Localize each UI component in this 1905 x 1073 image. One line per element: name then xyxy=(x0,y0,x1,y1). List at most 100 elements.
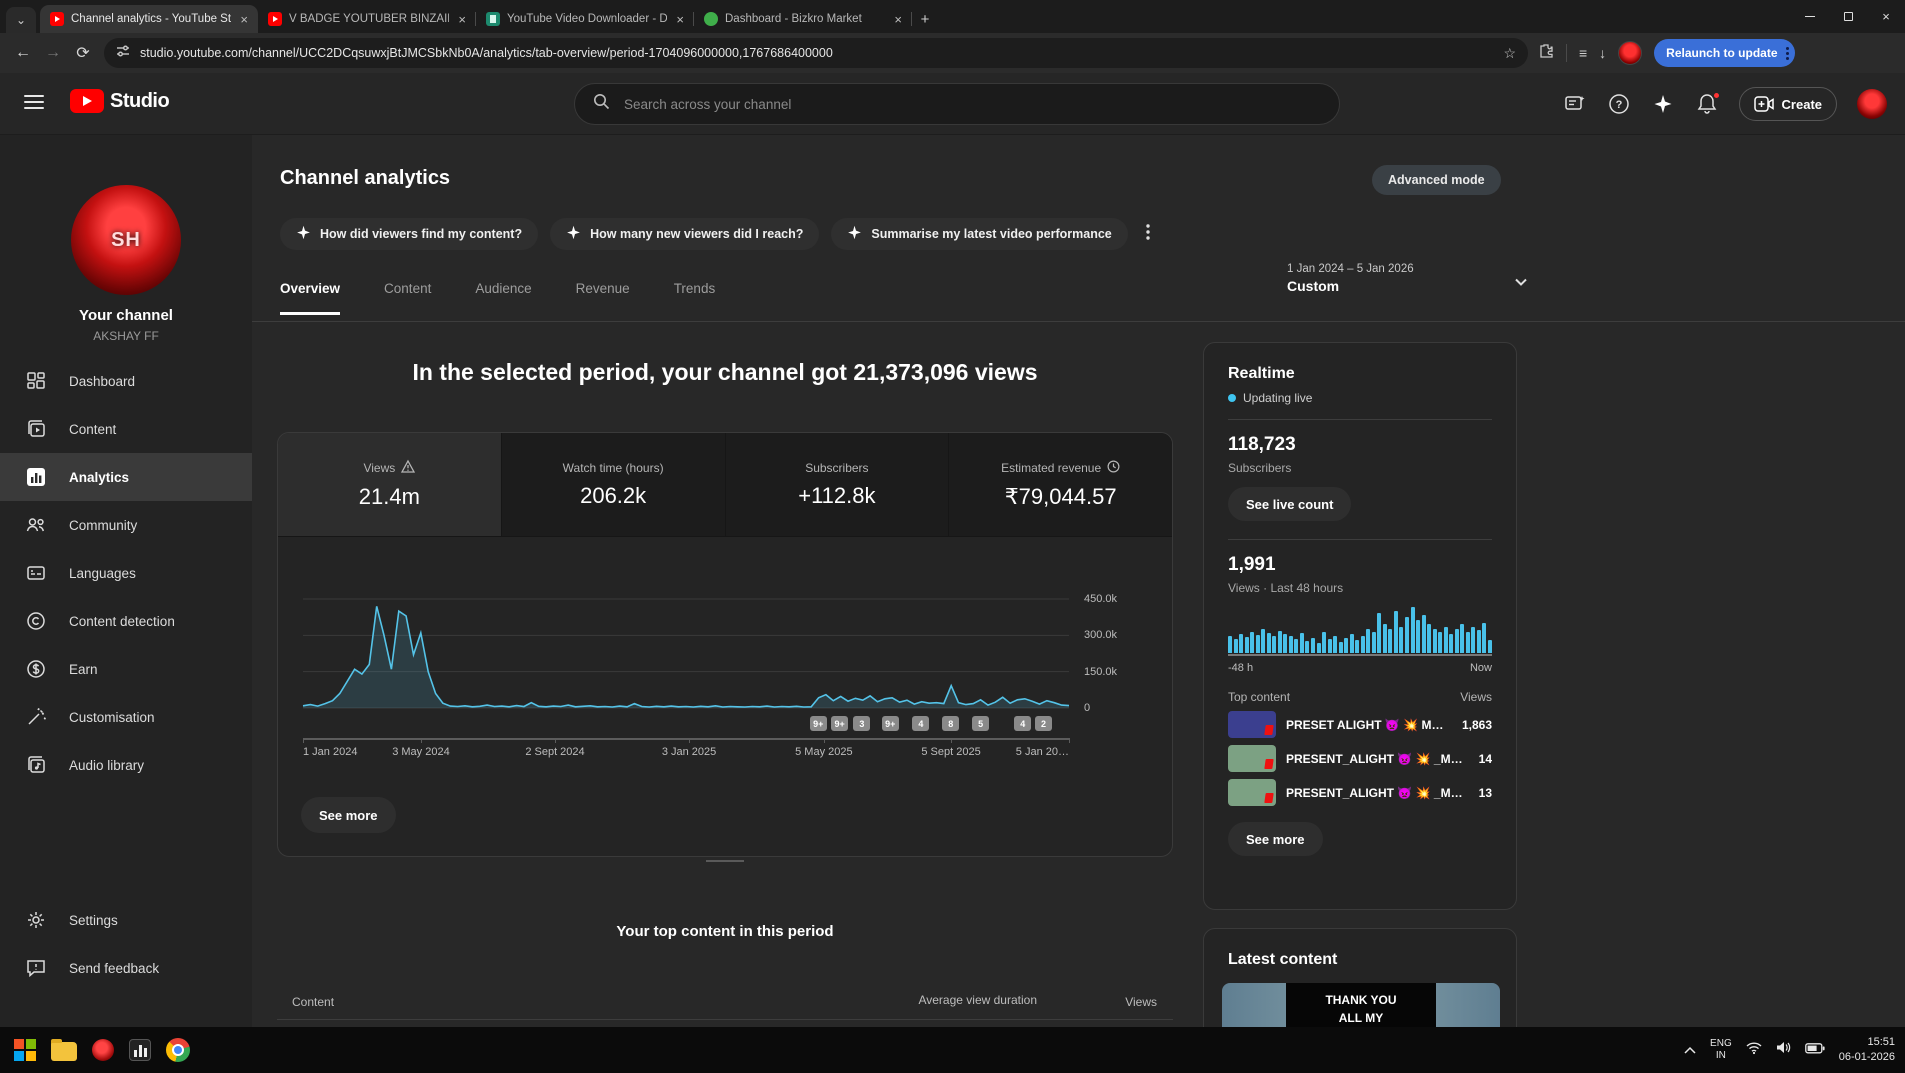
y-axis-label: 450.0k xyxy=(1084,593,1117,605)
chart-marker-badge[interactable]: 9+ xyxy=(882,716,899,731)
metric-card-watch-time-hours-[interactable]: Watch time (hours)206.2k xyxy=(502,433,726,536)
chart-marker-badge[interactable]: 9+ xyxy=(831,716,848,731)
minimize-button[interactable] xyxy=(1791,0,1829,33)
column-content[interactable]: Content xyxy=(292,995,334,1009)
chart-marker-badge[interactable]: 2 xyxy=(1035,716,1052,731)
volume-icon[interactable] xyxy=(1776,1041,1791,1059)
channel-search-bar[interactable]: Search across your channel xyxy=(574,83,1340,125)
address-bar[interactable]: studio.youtube.com/channel/UCC2DCqsuwxjB… xyxy=(104,38,1528,68)
relaunch-to-update-button[interactable]: Relaunch to update xyxy=(1654,39,1794,67)
notifications-bell-icon[interactable] xyxy=(1695,92,1719,116)
sidebar-item-dashboard[interactable]: Dashboard xyxy=(0,357,252,405)
help-icon[interactable]: ? xyxy=(1607,92,1631,116)
top-content-row[interactable]: PRESENT_ALIGHT 👿 💥 _M…14 xyxy=(1228,745,1492,772)
channel-avatar[interactable]: SH xyxy=(71,185,181,295)
top-content-row[interactable]: PRESET ALIGHT 👿 💥 M…1,863 xyxy=(1228,711,1492,738)
analytics-app-icon[interactable] xyxy=(129,1039,151,1061)
see-live-count-button[interactable]: See live count xyxy=(1228,487,1351,521)
reload-button[interactable]: ⟳ xyxy=(68,38,98,68)
latest-video-thumbnail[interactable]: THANK YOUALL MYYOUTUBE FAMILY xyxy=(1222,983,1500,1027)
create-button[interactable]: Create xyxy=(1739,87,1837,121)
browser-tab[interactable]: YouTube Video Downloader - D× xyxy=(476,5,694,33)
column-avg-view-duration[interactable]: Average view duration xyxy=(917,993,1037,1009)
browser-tab[interactable]: Channel analytics - YouTube St× xyxy=(40,5,258,33)
account-avatar[interactable] xyxy=(1857,89,1887,119)
sidebar-item-content-detection[interactable]: Content detection xyxy=(0,597,252,645)
x-axis-label: 3 May 2024 xyxy=(392,746,449,758)
chart-marker-badge[interactable]: 9+ xyxy=(810,716,827,731)
tab-search-icon[interactable]: ⌄ xyxy=(6,7,36,33)
browser-tab[interactable]: Dashboard - Bizkro Market× xyxy=(694,5,912,33)
tab-close-icon[interactable]: × xyxy=(892,12,904,27)
browser-profile-avatar[interactable] xyxy=(1618,41,1642,65)
see-more-button[interactable]: See more xyxy=(301,797,396,833)
sidebar-item-settings[interactable]: Settings xyxy=(0,896,252,944)
column-views[interactable]: Views xyxy=(1097,995,1157,1009)
back-button[interactable]: ← xyxy=(8,38,38,68)
tab-trends[interactable]: Trends xyxy=(674,281,716,315)
file-explorer-icon[interactable] xyxy=(51,1042,77,1061)
browser-menu-icon[interactable] xyxy=(1786,47,1789,60)
realtime-bar xyxy=(1239,634,1243,653)
reading-list-icon[interactable]: ≡ xyxy=(1579,45,1587,61)
downloads-icon[interactable]: ↓ xyxy=(1599,45,1606,61)
metric-label: Estimated revenue xyxy=(1001,460,1120,476)
realtime-bar-chart[interactable] xyxy=(1228,607,1492,653)
tab-close-icon[interactable]: × xyxy=(456,12,468,27)
sidebar-item-community[interactable]: Community xyxy=(0,501,252,549)
realtime-see-more-button[interactable]: See more xyxy=(1228,822,1323,856)
sidebar-item-analytics[interactable]: Analytics xyxy=(0,453,252,501)
metric-card-estimated-revenue[interactable]: Estimated revenue₹79,044.57 xyxy=(949,433,1172,536)
bookmark-star-icon[interactable]: ☆ xyxy=(1503,45,1516,62)
sidebar-item-audio-library[interactable]: Audio library xyxy=(0,741,252,789)
tab-close-icon[interactable]: × xyxy=(238,12,250,27)
sidebar-item-content[interactable]: Content xyxy=(0,405,252,453)
suggestion-chip[interactable]: How did viewers find my content? xyxy=(280,218,538,250)
date-range-picker[interactable]: 1 Jan 2024 – 5 Jan 2026 Custom xyxy=(1287,263,1502,294)
advanced-mode-button[interactable]: Advanced mode xyxy=(1372,165,1501,195)
send-feedback-icon xyxy=(25,957,47,979)
feedback-history-icon[interactable] xyxy=(1563,92,1587,116)
wifi-icon[interactable] xyxy=(1746,1041,1762,1059)
sidebar-item-send-feedback[interactable]: Send feedback xyxy=(0,944,252,992)
chart-marker-badge[interactable]: 5 xyxy=(972,716,989,731)
red-app-icon[interactable] xyxy=(92,1039,114,1061)
new-tab-button[interactable]: + xyxy=(912,6,938,32)
maximize-button[interactable] xyxy=(1829,0,1867,33)
system-clock[interactable]: 15:5106-01-2026 xyxy=(1839,1035,1895,1066)
chips-overflow-menu-icon[interactable] xyxy=(1146,224,1150,245)
tab-overview[interactable]: Overview xyxy=(280,281,340,315)
site-settings-icon[interactable] xyxy=(116,44,130,63)
top-content-row[interactable]: PRESENT_ALIGHT 👿 💥 _M…13 xyxy=(1228,779,1492,806)
views-line-chart[interactable] xyxy=(303,594,1069,712)
browser-tab[interactable]: V BADGE YOUTUBER BINZAID C× xyxy=(258,5,476,33)
suggestion-chip[interactable]: Summarise my latest video performance xyxy=(831,218,1127,250)
chart-marker-badge[interactable]: 4 xyxy=(912,716,929,731)
close-button[interactable]: × xyxy=(1867,0,1905,33)
start-button-icon[interactable] xyxy=(14,1039,36,1061)
chart-marker-badge[interactable]: 8 xyxy=(942,716,959,731)
chart-marker-badge[interactable]: 4 xyxy=(1014,716,1031,731)
browser-toolbar: ← → ⟳ studio.youtube.com/channel/UCC2DCq… xyxy=(0,33,1905,73)
youtube-studio-logo[interactable]: Studio xyxy=(70,89,169,113)
language-indicator[interactable]: ENGIN xyxy=(1710,1038,1732,1063)
tray-expand-icon[interactable] xyxy=(1684,1041,1696,1059)
chrome-icon[interactable] xyxy=(166,1038,190,1062)
tab-revenue[interactable]: Revenue xyxy=(576,281,630,315)
tab-content[interactable]: Content xyxy=(384,281,431,315)
ai-sparkle-icon[interactable] xyxy=(1651,92,1675,116)
tab-audience[interactable]: Audience xyxy=(475,281,531,315)
battery-icon[interactable] xyxy=(1805,1041,1825,1059)
chart-marker-badge[interactable]: 3 xyxy=(853,716,870,731)
sidebar-item-languages[interactable]: Languages xyxy=(0,549,252,597)
sidebar-item-earn[interactable]: Earn xyxy=(0,645,252,693)
metric-card-views[interactable]: Views21.4m xyxy=(278,433,502,536)
tab-close-icon[interactable]: × xyxy=(674,12,686,27)
sidebar-item-customisation[interactable]: Customisation xyxy=(0,693,252,741)
extensions-icon[interactable] xyxy=(1538,43,1554,64)
suggestion-chip[interactable]: How many new viewers did I reach? xyxy=(550,218,819,250)
forward-button[interactable]: → xyxy=(38,38,68,68)
metric-card-subscribers[interactable]: Subscribers+112.8k xyxy=(726,433,950,536)
url-text[interactable]: studio.youtube.com/channel/UCC2DCqsuwxjB… xyxy=(140,46,1493,60)
menu-hamburger-icon[interactable] xyxy=(24,95,44,109)
